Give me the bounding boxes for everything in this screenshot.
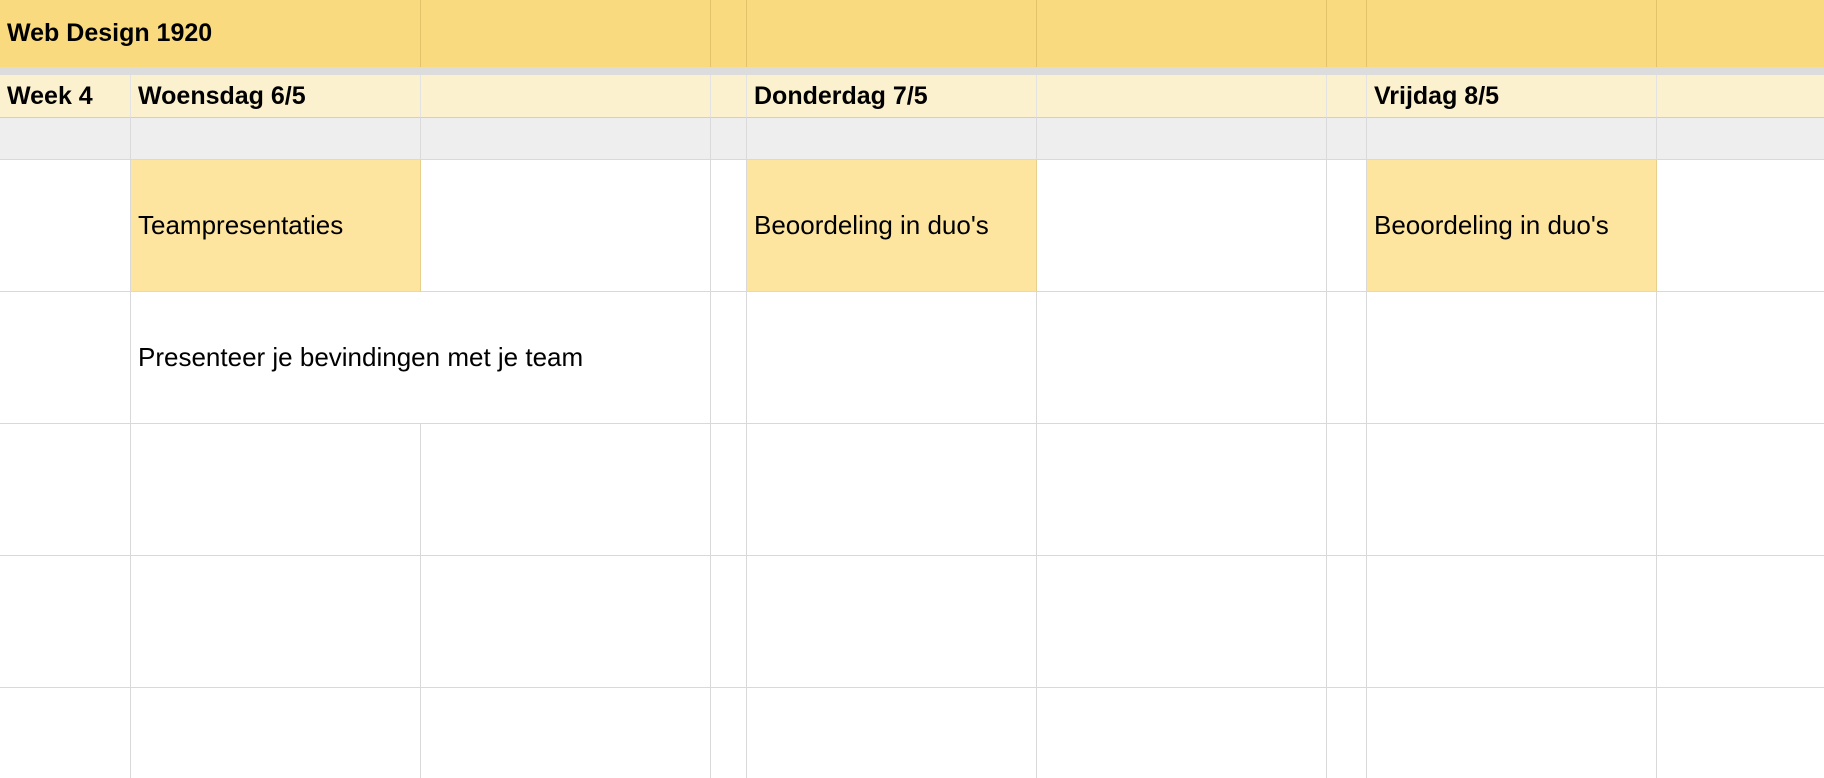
day-header-cell[interactable] xyxy=(711,75,747,118)
description-wednesday: Presenteer je bevindingen met je team xyxy=(138,342,584,372)
day-header-thursday[interactable]: Donderdag 7/5 xyxy=(747,75,1037,118)
grid-cell[interactable] xyxy=(1657,424,1824,556)
day-label-wednesday: Woensdag 6/5 xyxy=(138,81,306,110)
grid-cell[interactable] xyxy=(1657,556,1824,688)
grid-cell[interactable] xyxy=(711,160,747,292)
grey-row-cell[interactable] xyxy=(131,118,421,160)
grid-cell[interactable] xyxy=(1037,160,1327,292)
title-row-cell[interactable] xyxy=(1037,0,1327,67)
grid-cell[interactable] xyxy=(711,424,747,556)
grid-cell[interactable] xyxy=(0,160,131,292)
grid-cell[interactable] xyxy=(1327,424,1367,556)
week-label: Week 4 xyxy=(7,81,93,110)
grid-cell[interactable] xyxy=(747,292,1037,424)
grid-cell[interactable] xyxy=(1327,688,1367,778)
grid-cell[interactable] xyxy=(131,688,421,778)
activity-cell-friday[interactable]: Beoordeling in duo's xyxy=(1367,160,1657,292)
grey-row-cell[interactable] xyxy=(1657,118,1824,160)
grid-cell[interactable] xyxy=(1037,424,1327,556)
grey-row-cell[interactable] xyxy=(711,118,747,160)
grid-cell[interactable] xyxy=(1327,160,1367,292)
grid-cell[interactable] xyxy=(421,424,711,556)
grid-cell[interactable] xyxy=(1657,160,1824,292)
grey-row-cell[interactable] xyxy=(421,118,711,160)
grid-cell[interactable] xyxy=(1327,292,1367,424)
grid-cell[interactable] xyxy=(1037,556,1327,688)
grid-cell[interactable] xyxy=(131,556,421,688)
grid-cell[interactable] xyxy=(1327,556,1367,688)
day-header-cell[interactable] xyxy=(421,75,711,118)
week-label-cell[interactable]: Week 4 xyxy=(0,75,131,118)
title-row-cell[interactable] xyxy=(1327,0,1367,67)
description-cell-wednesday[interactable]: Presenteer je bevindingen met je team xyxy=(131,292,711,424)
day-header-cell[interactable] xyxy=(1657,75,1824,118)
grid-cell[interactable] xyxy=(1367,688,1657,778)
grid-cell[interactable] xyxy=(0,688,131,778)
activity-thursday: Beoordeling in duo's xyxy=(754,210,989,240)
day-label-friday: Vrijdag 8/5 xyxy=(1374,81,1500,110)
grid-cell[interactable] xyxy=(1037,688,1327,778)
activity-cell-thursday[interactable]: Beoordeling in duo's xyxy=(747,160,1037,292)
grid-cell[interactable] xyxy=(421,688,711,778)
grid-cell[interactable] xyxy=(711,556,747,688)
grey-row-cell[interactable] xyxy=(1037,118,1327,160)
grid-cell[interactable] xyxy=(421,160,711,292)
grid-cell[interactable] xyxy=(1657,292,1824,424)
grid-cell[interactable] xyxy=(747,556,1037,688)
grid-cell[interactable] xyxy=(1367,556,1657,688)
grid-cell[interactable] xyxy=(1037,292,1327,424)
grid-cell[interactable] xyxy=(1657,688,1824,778)
title-row-cell[interactable] xyxy=(711,0,747,67)
grid-cell[interactable] xyxy=(747,688,1037,778)
activity-friday: Beoordeling in duo's xyxy=(1374,210,1609,240)
day-label-thursday: Donderdag 7/5 xyxy=(754,81,928,110)
grid-cell[interactable] xyxy=(0,556,131,688)
title-row-cell[interactable] xyxy=(747,0,1037,67)
grid-cell[interactable] xyxy=(421,556,711,688)
sheet-title: Web Design 1920 xyxy=(7,19,213,47)
grey-row-cell[interactable] xyxy=(747,118,1037,160)
title-row-cell[interactable] xyxy=(1367,0,1657,67)
grid-cell[interactable] xyxy=(747,424,1037,556)
grid-cell[interactable] xyxy=(1367,424,1657,556)
title-row-cell[interactable] xyxy=(1657,0,1824,67)
grid-cell[interactable] xyxy=(1367,292,1657,424)
title-row-cell[interactable] xyxy=(421,0,711,67)
day-header-cell[interactable] xyxy=(1037,75,1327,118)
sheet-title-cell[interactable]: Web Design 1920 xyxy=(0,0,421,67)
grid-cell[interactable] xyxy=(131,424,421,556)
grey-row-cell[interactable] xyxy=(1367,118,1657,160)
activity-cell-wednesday[interactable]: Teampresentaties xyxy=(131,160,421,292)
grid-cell[interactable] xyxy=(711,292,747,424)
grid-cell[interactable] xyxy=(0,292,131,424)
day-header-wednesday[interactable]: Woensdag 6/5 xyxy=(131,75,421,118)
grid-cell[interactable] xyxy=(711,688,747,778)
grey-row-cell[interactable] xyxy=(1327,118,1367,160)
day-header-friday[interactable]: Vrijdag 8/5 xyxy=(1367,75,1657,118)
day-header-cell[interactable] xyxy=(1327,75,1367,118)
frozen-row-divider xyxy=(0,67,1824,75)
spreadsheet-grid: Web Design 1920 Week 4 Woensdag 6/5 Dond… xyxy=(0,0,1824,778)
activity-wednesday: Teampresentaties xyxy=(138,210,344,240)
grey-row-cell[interactable] xyxy=(0,118,131,160)
grid-cell[interactable] xyxy=(0,424,131,556)
